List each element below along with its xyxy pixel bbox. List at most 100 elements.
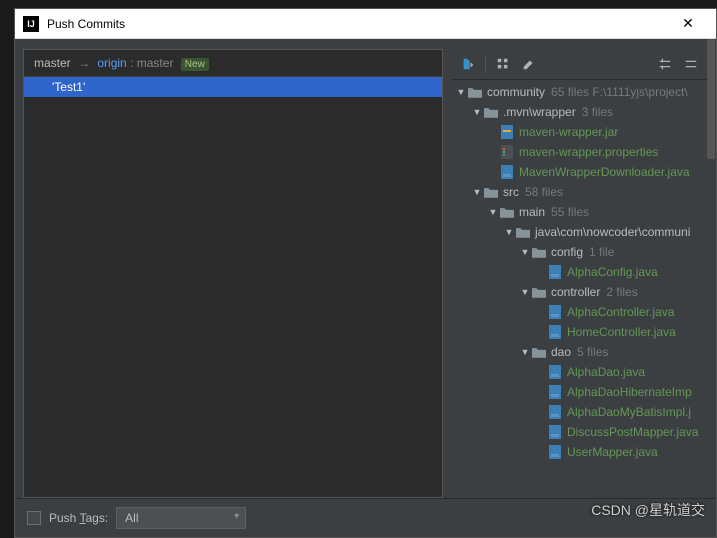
tree-label: controller — [551, 285, 600, 299]
window-title: Push Commits — [47, 17, 668, 31]
main-area: master → origin : master New 'Test1' — [15, 39, 716, 498]
collapse-all-button[interactable] — [680, 53, 702, 75]
tree-folder-row[interactable]: ▼ controller 2 files — [451, 282, 708, 302]
tree-label: HomeController.java — [567, 325, 676, 339]
tree-label: AlphaConfig.java — [567, 265, 658, 279]
tree-folder-row[interactable]: ▼ .mvn\wrapper 3 files — [451, 102, 708, 122]
expand-icon[interactable]: ▼ — [471, 187, 483, 197]
java-file-icon — [547, 305, 563, 319]
java-file-icon — [547, 405, 563, 419]
tree-meta: 5 files — [577, 345, 608, 359]
tree-label: .mvn\wrapper — [503, 105, 576, 119]
close-button[interactable]: ✕ — [668, 9, 708, 39]
tree-file-row[interactable]: AlphaDaoMyBatisImpl.j — [451, 402, 708, 422]
tree-label: src — [503, 185, 519, 199]
branch-header[interactable]: master → origin : master New — [24, 50, 442, 77]
expand-icon[interactable]: ▼ — [519, 347, 531, 357]
java-file-icon — [547, 325, 563, 339]
tree-meta: 2 files — [606, 285, 637, 299]
files-panel: ▼ community 65 files F:\1111yjs\project\ ▼.… — [451, 49, 708, 498]
tree-file-row[interactable]: AlphaController.java — [451, 302, 708, 322]
files-toolbar — [451, 49, 708, 80]
tree-label: AlphaController.java — [567, 305, 674, 319]
folder-icon — [483, 185, 499, 199]
tree-label: dao — [551, 345, 571, 359]
tree-file-row[interactable]: AlphaDaoHibernateImp — [451, 382, 708, 402]
push-tags-checkbox[interactable] — [27, 511, 41, 525]
tree-label: AlphaDaoMyBatisImpl.j — [567, 405, 691, 419]
tree-file-row[interactable]: maven-wrapper.jar — [451, 122, 708, 142]
java-file-icon — [547, 265, 563, 279]
tree-label: community — [487, 85, 545, 99]
commit-list: 'Test1' — [24, 77, 442, 497]
folder-icon — [499, 205, 515, 219]
tree-folder-row[interactable]: ▼ community 65 files F:\1111yjs\project\ — [451, 82, 708, 102]
local-branch: master — [34, 56, 71, 70]
folder-icon — [531, 285, 547, 299]
jar-icon — [499, 125, 515, 139]
commit-label: 'Test1' — [52, 80, 85, 94]
push-tags-select[interactable]: All — [116, 507, 246, 529]
expand-icon[interactable]: ▼ — [471, 107, 483, 117]
tree-label: AlphaDao.java — [567, 365, 645, 379]
push-commits-dialog: IJ Push Commits ✕ master → origin : mast… — [14, 8, 717, 538]
folder-icon — [531, 345, 547, 359]
tree-meta: 1 file — [589, 245, 614, 259]
commit-item[interactable]: 'Test1' — [24, 77, 442, 97]
expand-icon[interactable]: ▼ — [487, 207, 499, 217]
tree-file-row[interactable]: UserMapper.java — [451, 442, 708, 462]
push-tags-label: Push Tags: — [49, 511, 108, 525]
tree-meta: 65 files F:\1111yjs\project\ — [551, 85, 688, 99]
tree-folder-row[interactable]: ▼ main 55 files — [451, 202, 708, 222]
remote-name: origin — [97, 56, 126, 70]
group-by-button[interactable] — [492, 53, 514, 75]
file-tree[interactable]: ▼ community 65 files F:\1111yjs\project\ ▼.… — [451, 80, 708, 498]
tree-file-row[interactable]: DiscussPostMapper.java — [451, 422, 708, 442]
tree-file-row[interactable]: AlphaConfig.java — [451, 262, 708, 282]
expand-icon[interactable]: ▼ — [519, 247, 531, 257]
tree-file-row[interactable]: maven-wrapper.properties — [451, 142, 708, 162]
expand-icon[interactable]: ▼ — [519, 287, 531, 297]
tree-folder-row[interactable]: ▼ src 58 files — [451, 182, 708, 202]
scrollbar-vertical[interactable] — [706, 39, 716, 497]
new-badge: New — [181, 58, 209, 71]
tree-file-row[interactable]: AlphaDao.java — [451, 362, 708, 382]
titlebar: IJ Push Commits ✕ — [15, 9, 716, 39]
separator — [485, 55, 486, 73]
tree-meta: 55 files — [551, 205, 589, 219]
tree-label: DiscussPostMapper.java — [567, 425, 698, 439]
expand-all-button[interactable] — [654, 53, 676, 75]
tree-meta: 3 files — [582, 105, 613, 119]
select-value: All — [125, 511, 138, 525]
folder-icon — [483, 105, 499, 119]
scrollbar-thumb[interactable] — [707, 39, 715, 159]
show-diff-button[interactable] — [457, 53, 479, 75]
folder-icon — [515, 225, 531, 239]
tree-label: UserMapper.java — [567, 445, 658, 459]
footer: Push Tags: All — [15, 498, 716, 537]
edit-button[interactable] — [518, 53, 540, 75]
expand-icon[interactable]: ▼ — [503, 227, 515, 237]
tree-label: java\com\nowcoder\communi — [535, 225, 690, 239]
java-file-icon — [499, 165, 515, 179]
colon: : — [130, 56, 133, 70]
tree-folder-row[interactable]: ▼ java\com\nowcoder\communi — [451, 222, 708, 242]
tree-file-row[interactable]: HomeController.java — [451, 322, 708, 342]
expand-icon[interactable]: ▼ — [455, 87, 467, 97]
java-file-icon — [547, 365, 563, 379]
tree-label: maven-wrapper.jar — [519, 125, 618, 139]
java-file-icon — [547, 385, 563, 399]
tree-label: maven-wrapper.properties — [519, 145, 658, 159]
tree-folder-row[interactable]: ▼config1 file — [451, 242, 708, 262]
tree-meta: 58 files — [525, 185, 563, 199]
tree-file-row[interactable]: MavenWrapperDownloader.java — [451, 162, 708, 182]
java-file-icon — [547, 445, 563, 459]
java-file-icon — [547, 425, 563, 439]
tree-label: MavenWrapperDownloader.java — [519, 165, 690, 179]
commits-panel: master → origin : master New 'Test1' — [23, 49, 443, 498]
folder-icon — [467, 85, 483, 99]
app-icon: IJ — [23, 16, 39, 32]
tree-folder-row[interactable]: ▼ dao 5 files — [451, 342, 708, 362]
tree-label: main — [519, 205, 545, 219]
tree-label: AlphaDaoHibernateImp — [567, 385, 692, 399]
